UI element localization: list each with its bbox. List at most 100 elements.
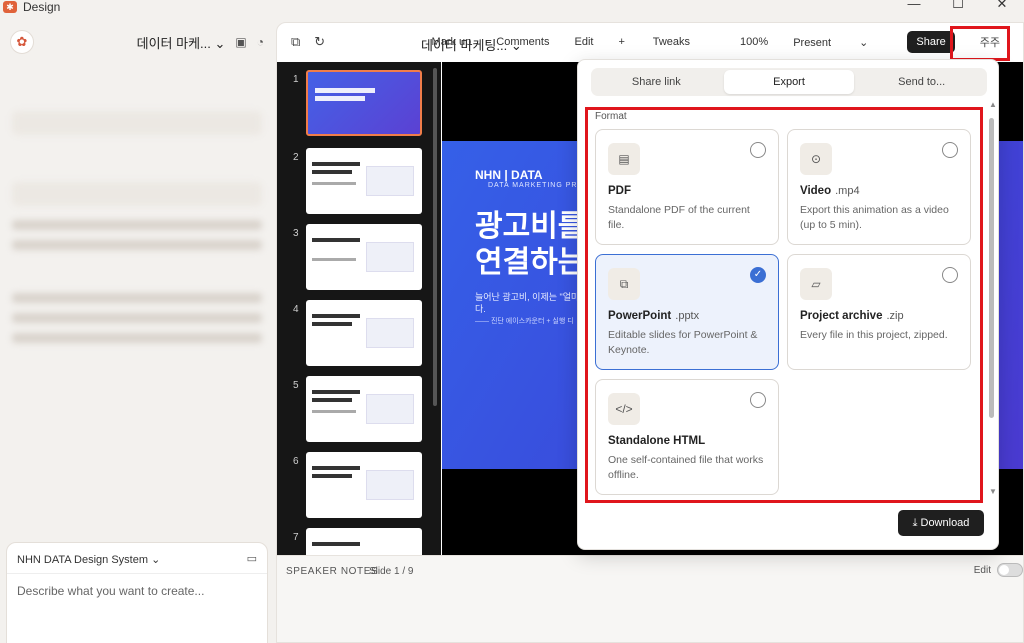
slide-thumbnail[interactable]	[306, 376, 422, 442]
speaker-notes: SPEAKER NOTES Slide 1 / 9 Edit	[277, 555, 1023, 642]
maximize-button[interactable]: ☐	[936, 0, 980, 12]
plus-icon: +	[618, 36, 625, 48]
format-name: Standalone HTML	[608, 435, 706, 447]
tab-export[interactable]: Export	[723, 70, 855, 94]
project-title[interactable]: 데이터 마케... ⌄	[137, 33, 226, 52]
present-button[interactable]: Present ⌄	[793, 36, 893, 49]
app-title: Design	[23, 0, 61, 14]
composer: NHN DATA Design System ⌄ ▭ Describe what…	[6, 542, 268, 643]
close-window-button[interactable]: ✕	[980, 0, 1024, 12]
slide-caption: —— 진단 에이스카운터 + 실행 디	[475, 318, 574, 325]
divider	[7, 573, 267, 574]
slide-thumbnail[interactable]	[306, 452, 422, 518]
document-icon: ▤	[608, 143, 640, 175]
sidebar-toggle-icon[interactable]: ▣	[235, 35, 246, 49]
thumbnail-row[interactable]: 2	[277, 148, 441, 218]
chevron-down-icon: ⌄	[151, 554, 161, 566]
format-name: PowerPoint .pptx	[608, 310, 700, 322]
thumbnail-number: 6	[293, 456, 299, 467]
chat-history-blurred	[0, 68, 274, 558]
duplicate-icon[interactable]: ⧉	[291, 34, 300, 50]
format-card-video[interactable]: ⊙ Video .mp4 Export this animation as a v…	[787, 129, 971, 245]
slide-subtitle-2: 다.	[475, 304, 486, 314]
composer-input[interactable]: Describe what you want to create...	[17, 584, 204, 598]
folder-icon: ▱	[800, 268, 832, 300]
popover-scrollbar[interactable]	[988, 112, 995, 494]
format-desc: Standalone PDF of the current file.	[608, 204, 750, 231]
app-logo-icon: ✱	[3, 1, 17, 13]
format-card-powerpoint[interactable]: ⧉ ✓ PowerPoint .pptx Editable slides for …	[595, 254, 779, 370]
format-radio-selected[interactable]: ✓	[750, 267, 766, 283]
share-button[interactable]: Share	[907, 31, 955, 53]
notes-edit-toggle[interactable]	[997, 563, 1023, 577]
window-controls: — ☐ ✕	[892, 0, 1024, 12]
edit-button[interactable]: Edit	[574, 36, 593, 48]
share-popover: Share link Export Send to... Format ▤ PD…	[577, 59, 999, 550]
format-radio[interactable]	[942, 142, 958, 158]
format-card-pdf[interactable]: ▤ PDF Standalone PDF of the current file…	[595, 129, 779, 245]
format-radio[interactable]	[750, 392, 766, 408]
editor-toolbar: ⧉ ↻ 데이터 마케팅... ⌄ Mark up Comments Edit +…	[277, 23, 1023, 61]
chevron-down-icon: ⌄	[214, 35, 226, 51]
palette-icon[interactable]: ✿	[10, 30, 34, 54]
thumbnail-row[interactable]: 3	[277, 224, 441, 294]
share-highlight-box	[950, 26, 1010, 61]
slide-thumbnails: 1 2 3 4 5 6 7	[277, 62, 441, 555]
thumbnail-number: 4	[293, 304, 299, 315]
format-name: Video .mp4	[800, 185, 860, 197]
format-card-html[interactable]: </> Standalone HTML One self-contained f…	[595, 379, 779, 495]
format-desc: Export this animation as a video (up to …	[800, 204, 949, 231]
markup-button[interactable]: Mark up	[432, 36, 472, 48]
format-radio[interactable]	[750, 142, 766, 158]
format-name: PDF	[608, 185, 631, 197]
format-card-archive[interactable]: ▱ Project archive .zip Every file in this…	[787, 254, 971, 370]
play-icon: ⊙	[800, 143, 832, 175]
design-system-selector[interactable]: NHN DATA Design System ⌄	[17, 553, 160, 566]
tab-send-to[interactable]: Send to...	[856, 68, 987, 96]
minimize-button[interactable]: —	[892, 0, 936, 12]
refresh-icon[interactable]: ↻	[314, 34, 325, 50]
slide-thumbnail[interactable]	[306, 300, 422, 366]
scroll-up-icon[interactable]: ▲	[989, 100, 997, 109]
notes-text-blurred[interactable]	[286, 594, 1006, 610]
window-titlebar: ✱ Design — ☐ ✕	[0, 0, 1024, 14]
chat-pane-header: ✿ 데이터 마케... ⌄ ▣ ◔	[0, 22, 274, 62]
slides-icon: ⧉	[608, 268, 640, 300]
thumbnail-row[interactable]: 6	[277, 452, 441, 522]
slide-thumbnail[interactable]	[306, 70, 422, 136]
slide-headline-2: 연결하는	[475, 246, 586, 279]
slide-counter: Slide 1 / 9	[369, 566, 414, 577]
history-icon[interactable]: ◔	[257, 35, 264, 49]
comments-button[interactable]: Comments	[496, 36, 549, 48]
format-desc: Every file in this project, zipped.	[800, 329, 948, 341]
tweaks-button[interactable]: + Tweaks	[618, 36, 715, 48]
format-desc: Editable slides for PowerPoint & Keynote…	[608, 329, 758, 356]
tab-share-link[interactable]: Share link	[591, 68, 722, 96]
download-button[interactable]: ⤓ Download	[898, 510, 984, 536]
thumbnail-row[interactable]: 5	[277, 376, 441, 446]
thumbnail-row[interactable]: 7	[277, 528, 441, 555]
zoom-level[interactable]: 100%	[740, 36, 768, 48]
slide-thumbnail[interactable]	[306, 224, 422, 290]
chevron-down-icon: ⌄	[859, 36, 869, 49]
slide-subtitle-1: 늘어난 광고비, 이제는 "얼마	[475, 292, 580, 302]
notes-edit-label: Edit	[973, 565, 991, 576]
slide-thumbnail[interactable]	[306, 528, 422, 555]
toolbar-actions: Mark up Comments Edit + Tweaks 100% Pres…	[432, 23, 1023, 61]
format-radio[interactable]	[942, 267, 958, 283]
thumbnail-row[interactable]: 4	[277, 300, 441, 370]
format-desc: One self-contained file that works offli…	[608, 454, 764, 481]
share-tabs: Share link Export Send to...	[591, 68, 987, 96]
thumbnail-row[interactable]: 1	[277, 70, 441, 140]
thumbnail-scrollbar[interactable]	[433, 68, 437, 406]
book-icon[interactable]: ▭	[247, 552, 257, 565]
thumbnail-number: 7	[293, 532, 299, 543]
scroll-down-icon[interactable]: ▼	[989, 487, 997, 496]
speaker-notes-label: SPEAKER NOTES	[286, 566, 379, 577]
thumbnail-number: 1	[293, 74, 299, 85]
check-icon: ✓	[753, 269, 763, 280]
chat-pane: ✿ 데이터 마케... ⌄ ▣ ◔ NHN DATA Design System…	[0, 22, 274, 643]
thumbnail-number: 2	[293, 152, 299, 163]
slide-thumbnail[interactable]	[306, 148, 422, 214]
slide-brand: NHN | DATA	[475, 168, 543, 182]
